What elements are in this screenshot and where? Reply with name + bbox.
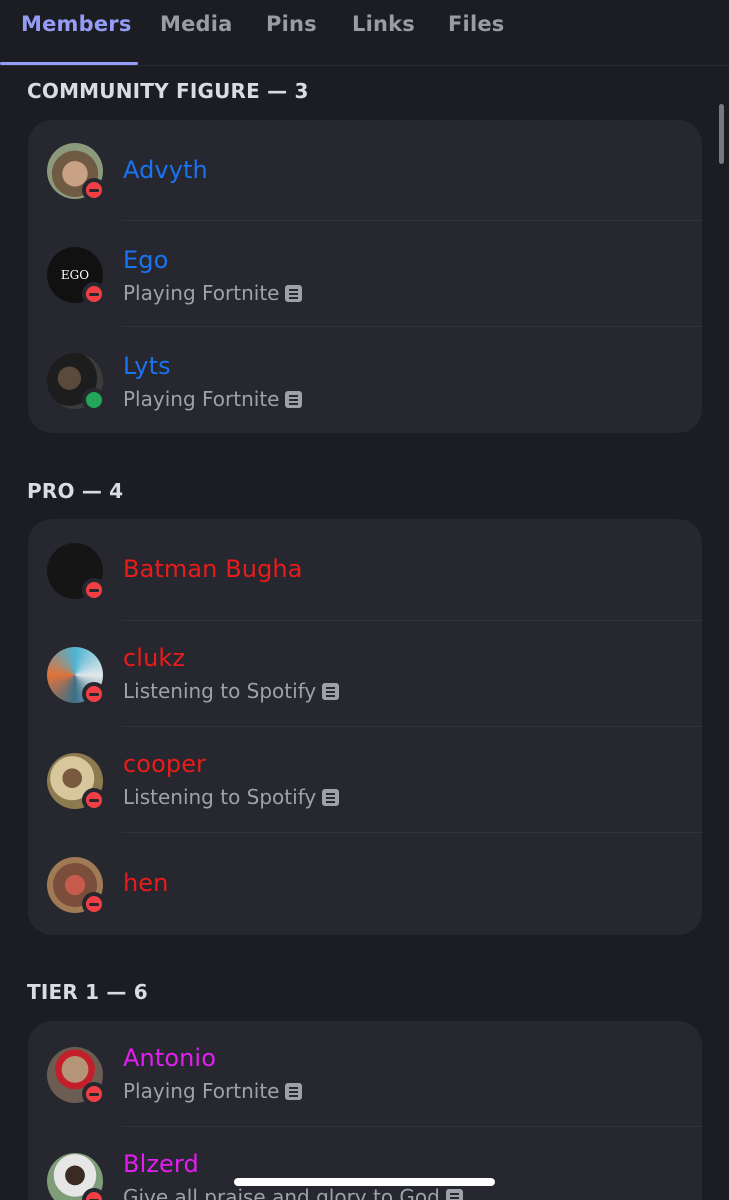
activity-text: Playing Fortnite: [123, 387, 280, 411]
members-panel: Members Media Pins Links Files COMMUNITY…: [0, 0, 729, 1200]
document-icon[interactable]: [322, 789, 340, 806]
active-tab-indicator: [0, 62, 138, 65]
member-row[interactable]: Batman Bugha: [28, 519, 702, 621]
member-row[interactable]: Advyth: [28, 120, 702, 221]
member-name: hen: [123, 869, 169, 897]
avatar[interactable]: [47, 647, 106, 706]
avatar[interactable]: [47, 857, 106, 916]
tab-links[interactable]: Links: [352, 12, 415, 42]
member-name: cooper: [123, 750, 207, 778]
do-not-disturb-icon: [86, 182, 102, 198]
status-badge: [82, 788, 106, 812]
activity-text: Listening to Spotify: [123, 679, 317, 703]
scrollbar[interactable]: [719, 104, 724, 164]
avatar[interactable]: [47, 143, 106, 202]
member-activity: Listening to Spotify: [123, 679, 340, 703]
tab-files[interactable]: Files: [448, 12, 504, 42]
document-icon[interactable]: [445, 1189, 463, 1200]
member-row[interactable]: clukz Listening to Spotify: [28, 621, 702, 727]
member-name: Ego: [123, 246, 169, 274]
status-badge: [82, 1082, 106, 1106]
home-indicator[interactable]: [234, 1178, 495, 1186]
status-badge: [82, 282, 106, 306]
member-group-card: Antonio Playing Fortnite Blzerd Give all…: [28, 1021, 702, 1200]
avatar[interactable]: [47, 753, 106, 812]
member-name: Blzerd: [123, 1150, 199, 1178]
status-badge: [82, 892, 106, 916]
member-row[interactable]: EGO Ego Playing Fortnite: [28, 221, 702, 327]
section-header-pro: PRO — 4: [27, 479, 124, 503]
do-not-disturb-icon: [86, 582, 102, 598]
avatar[interactable]: [47, 1047, 106, 1106]
tab-members[interactable]: Members: [21, 12, 132, 42]
member-name: Antonio: [123, 1044, 216, 1072]
online-status-icon: [86, 392, 102, 408]
status-badge: [82, 682, 106, 706]
do-not-disturb-icon: [86, 1192, 102, 1200]
document-icon[interactable]: [285, 285, 303, 302]
tab-pins[interactable]: Pins: [266, 12, 317, 42]
member-activity: Playing Fortnite: [123, 1079, 303, 1103]
member-activity: Playing Fortnite: [123, 281, 303, 305]
avatar[interactable]: [47, 353, 106, 412]
section-header-community-figure: COMMUNITY FIGURE — 3: [27, 79, 309, 103]
member-activity: Give all praise and glory to God: [123, 1185, 463, 1200]
avatar[interactable]: [47, 1153, 106, 1200]
tab-bar: Members Media Pins Links Files: [0, 0, 729, 66]
do-not-disturb-icon: [86, 792, 102, 808]
do-not-disturb-icon: [86, 1086, 102, 1102]
document-icon[interactable]: [285, 1083, 303, 1100]
member-activity: Playing Fortnite: [123, 387, 303, 411]
activity-text: Playing Fortnite: [123, 1079, 280, 1103]
status-badge: [82, 578, 106, 602]
member-activity: Listening to Spotify: [123, 785, 340, 809]
activity-text: Give all praise and glory to God: [123, 1185, 440, 1200]
section-header-tier-1: TIER 1 — 6: [27, 980, 148, 1004]
member-name: Lyts: [123, 352, 171, 380]
member-row[interactable]: cooper Listening to Spotify: [28, 727, 702, 833]
do-not-disturb-icon: [86, 286, 102, 302]
do-not-disturb-icon: [86, 896, 102, 912]
do-not-disturb-icon: [86, 686, 102, 702]
avatar[interactable]: [47, 543, 106, 602]
document-icon[interactable]: [322, 683, 340, 700]
avatar[interactable]: EGO: [47, 247, 106, 306]
document-icon[interactable]: [285, 391, 303, 408]
member-row[interactable]: Antonio Playing Fortnite: [28, 1021, 702, 1127]
activity-text: Listening to Spotify: [123, 785, 317, 809]
member-name: Batman Bugha: [123, 555, 303, 583]
status-badge: [82, 1188, 106, 1200]
status-badge: [82, 178, 106, 202]
member-row[interactable]: Lyts Playing Fortnite: [28, 327, 702, 433]
member-row[interactable]: hen: [28, 833, 702, 935]
member-name: Advyth: [123, 156, 208, 184]
member-row[interactable]: Blzerd Give all praise and glory to God: [28, 1127, 702, 1200]
status-badge: [82, 388, 106, 412]
activity-text: Playing Fortnite: [123, 281, 280, 305]
member-group-card: Batman Bugha clukz Listening to Spotify …: [28, 519, 702, 935]
member-group-card: Advyth EGO Ego Playing Fortnite Lyts Pla…: [28, 120, 702, 433]
member-name: clukz: [123, 644, 186, 672]
tab-media[interactable]: Media: [160, 12, 233, 42]
